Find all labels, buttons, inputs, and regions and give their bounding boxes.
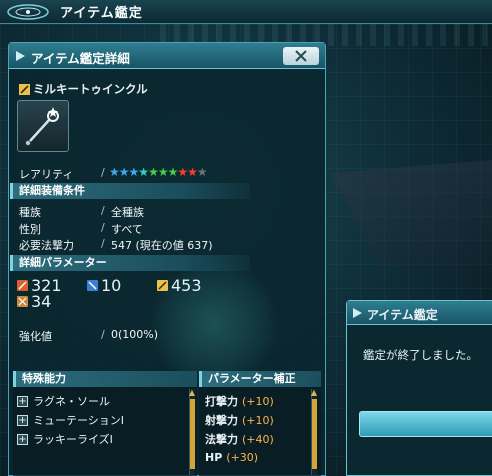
item-appraisal-details-window: アイテム鑑定詳細 ミルキートゥインクル レアリティ / ★ ★ ★ ★ ★ ★ …	[8, 42, 326, 476]
requirements-heading: 詳細装備条件	[10, 183, 250, 199]
bonus-label: 打撃力	[205, 395, 238, 408]
ability-item[interactable]: + ラッキーライズI	[17, 431, 113, 447]
window-header-icon	[16, 51, 25, 61]
top-title: アイテム鑑定	[60, 6, 143, 21]
requirement-label: 性別	[19, 223, 41, 236]
rarity-star-icon: ★	[157, 165, 169, 179]
rarity-star-icon: ★	[187, 165, 198, 179]
rod-icon	[25, 107, 59, 146]
tech-attack-icon	[157, 280, 168, 291]
window-title: アイテム鑑定詳細	[31, 51, 130, 66]
popup-message: 鑑定が終了しました。	[363, 348, 478, 362]
separator: /	[101, 328, 105, 341]
bonus-value: (+10)	[242, 414, 274, 427]
bonus-row: HP (+30)	[205, 451, 258, 464]
separator: /	[101, 204, 105, 217]
param-tech: 453	[157, 276, 202, 295]
rarity-star-icon: ★	[128, 165, 140, 179]
item-name-row: ミルキートゥインクル	[19, 81, 148, 97]
bonus-value: (+10)	[242, 395, 274, 408]
ability-item[interactable]: + ラグネ・ソール	[17, 393, 110, 409]
close-icon	[295, 50, 307, 62]
confirm-button[interactable]	[359, 411, 492, 437]
rarity-star-icon: ★	[109, 165, 120, 179]
top-title-bar: アイテム鑑定	[0, 0, 492, 24]
rarity-star-icon: ★	[118, 165, 130, 179]
requirement-label: 種族	[19, 206, 41, 219]
expand-plus-icon[interactable]: +	[17, 395, 28, 407]
bonus-row: 射撃力 (+10)	[205, 412, 274, 428]
scroll-up-icon[interactable]: ▲	[310, 389, 318, 397]
item-name: ミルキートゥインクル	[33, 82, 148, 96]
ranged-attack-icon	[87, 280, 98, 291]
expand-plus-icon[interactable]: +	[17, 433, 28, 445]
requirement-value: すべて	[111, 223, 143, 236]
requirement-value: 547 (現在の値 637)	[111, 239, 213, 252]
special-abilities-heading: 特殊能力	[13, 371, 197, 387]
abilities-scrollbar[interactable]: ▲	[189, 389, 195, 475]
ability-item[interactable]: + ミューテーションI	[17, 412, 124, 428]
bonus-scrollbar[interactable]: ▲	[311, 389, 317, 475]
bonus-value: (+40)	[242, 433, 274, 446]
param-dex: 34	[17, 292, 51, 311]
window-header[interactable]: アイテム鑑定詳細	[9, 43, 325, 69]
bonus-value: (+30)	[226, 451, 259, 464]
close-button[interactable]	[283, 47, 319, 65]
param-bonus-panel: パラメーター補正 打撃力 (+10) 射撃力 (+10) 法撃力 (+40) HP (+…	[199, 371, 321, 476]
param-tech-value: 453	[171, 276, 202, 295]
rarity-label: レアリティ	[19, 168, 74, 181]
ability-name: ミューテーションI	[33, 414, 125, 427]
ability-name: ラグネ・ソール	[33, 395, 110, 408]
rarity-star-empty-icon: ★	[196, 165, 208, 179]
expand-plus-icon[interactable]: +	[17, 414, 28, 426]
requirement-label: 必要法撃力	[19, 239, 74, 252]
popup-header[interactable]: アイテム鑑定	[347, 301, 492, 325]
rarity-star-icon: ★	[148, 165, 159, 179]
appraisal-complete-popup: アイテム鑑定 鑑定が終了しました。	[346, 300, 492, 476]
bonus-label: 法撃力	[205, 433, 238, 446]
scroll-up-icon[interactable]: ▲	[188, 389, 196, 397]
requirement-value: 全種族	[111, 206, 144, 219]
bonus-label: HP	[205, 451, 223, 464]
param-dex-value: 34	[31, 292, 52, 311]
bonus-row: 打撃力 (+10)	[205, 393, 274, 409]
rarity-stars: ★ ★ ★ ★ ★ ★ ★ ★ ★ ★	[109, 165, 208, 179]
melee-attack-icon	[17, 280, 28, 291]
popup-title: アイテム鑑定	[367, 308, 438, 322]
scroll-thumb[interactable]	[190, 399, 195, 469]
popup-header-icon	[353, 308, 362, 318]
ability-name: ラッキーライズI	[33, 433, 113, 446]
scroll-thumb[interactable]	[312, 399, 317, 469]
separator: /	[101, 166, 105, 179]
param-ranged-value: 10	[101, 276, 122, 295]
grind-label: 強化値	[19, 330, 52, 343]
dexterity-icon	[17, 296, 28, 307]
item-image	[17, 100, 69, 152]
menu-emblem-icon	[4, 0, 52, 24]
separator: /	[101, 221, 105, 234]
parameters-heading: 詳細パラメーター	[10, 255, 250, 271]
bonus-row: 法撃力 (+40)	[205, 431, 274, 447]
separator: /	[101, 237, 105, 250]
rarity-star-icon: ★	[177, 165, 188, 179]
rod-category-icon	[19, 83, 30, 95]
grind-value: 0(100%)	[111, 328, 159, 341]
rarity-star-icon: ★	[138, 165, 149, 179]
special-abilities-panel: 特殊能力 + ラグネ・ソール + ミューテーションI + ラッキーライズI ▲	[13, 371, 197, 476]
param-bonus-heading: パラメーター補正	[199, 371, 321, 387]
bonus-label: 射撃力	[205, 414, 238, 427]
param-ranged: 10	[87, 276, 121, 295]
rarity-star-icon: ★	[167, 165, 179, 179]
